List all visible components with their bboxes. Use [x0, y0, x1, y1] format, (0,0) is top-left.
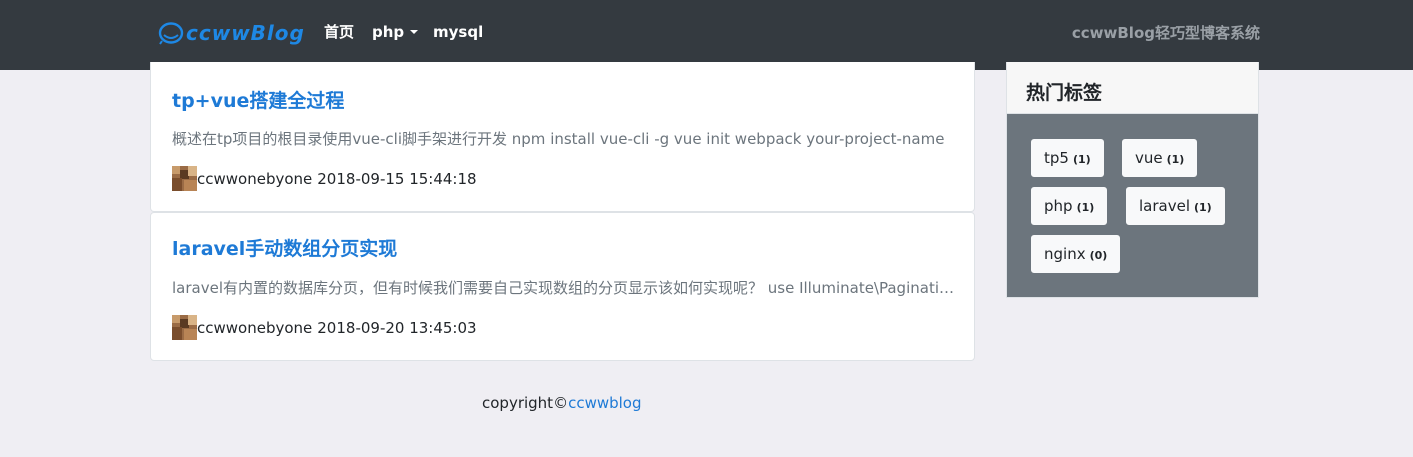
post-date: 2018-09-15 15:44:18 [317, 169, 477, 188]
post-excerpt: 概述在tp项目的根目录使用vue-cli脚手架进行开发 npm install … [172, 130, 945, 148]
post-title-link[interactable]: tp+vue搭建全过程 [172, 86, 344, 113]
tag-count: (1) [1194, 201, 1212, 214]
post-author: ccwwonebyone [197, 169, 313, 188]
post-card: laravel手动数组分页实现 laravel有内置的数据库分页，但有时候我们需… [150, 212, 975, 361]
hot-tags-panel: 热门标签 tp5 (1) vue (1) php (1) laravel (1) ngi… [1006, 62, 1259, 298]
post-author: ccwwonebyone [197, 318, 313, 337]
tag-name: php [1044, 197, 1073, 215]
tag-name: nginx [1044, 245, 1086, 263]
site-tagline: ccwwBlog轻巧型博客系统 [1071, 24, 1260, 42]
tag-button-php[interactable]: php (1) [1031, 187, 1108, 225]
tag-name: laravel [1139, 197, 1190, 215]
site-logo[interactable]: ccwwBlog [158, 20, 305, 46]
post-title-link[interactable]: laravel手动数组分页实现 [172, 234, 397, 261]
tag-count: (0) [1089, 249, 1108, 262]
tag-count: (1) [1072, 153, 1091, 166]
hot-tags-header: 热门标签 [1007, 62, 1258, 114]
tag-button-vue[interactable]: vue (1) [1122, 139, 1198, 177]
avatar [172, 166, 197, 191]
top-navbar: ccwwBlog 首页 php mysql ccwwBlog轻巧型博客系统 [0, 0, 1413, 70]
caret-down-icon [410, 30, 419, 34]
tag-button-tp5[interactable]: tp5 (1) [1031, 139, 1104, 177]
tag-button-laravel[interactable]: laravel (1) [1126, 187, 1225, 225]
post-meta: ccwwonebyone 2018-09-15 15:44:18 [172, 166, 477, 191]
footer-copyright: copyright©ccwwblog [482, 394, 642, 412]
tag-button-nginx[interactable]: nginx (0) [1031, 235, 1121, 273]
tag-count: (1) [1076, 201, 1095, 214]
post-excerpt: laravel有内置的数据库分页，但有时候我们需要自己实现数组的分页显示该如何实… [172, 279, 956, 297]
avatar [172, 315, 197, 340]
tag-count: (1) [1166, 153, 1185, 166]
tag-name: vue [1135, 149, 1163, 167]
logo-text: ccwwBlog [186, 21, 305, 45]
post-card: tp+vue搭建全过程 概述在tp项目的根目录使用vue-cli脚手架进行开发 … [150, 62, 975, 212]
nav-dropdown-php[interactable]: php [372, 22, 419, 42]
logo-smile-icon [158, 22, 184, 45]
footer-prefix: copyright© [482, 394, 569, 412]
tag-name: tp5 [1044, 149, 1069, 167]
nav-link-home[interactable]: 首页 [324, 22, 354, 42]
hot-tags-body: tp5 (1) vue (1) php (1) laravel (1) nginx (0) [1007, 114, 1258, 297]
nav-link-mysql[interactable]: mysql [433, 22, 483, 42]
nav-dropdown-php-label: php [372, 23, 405, 41]
post-meta: ccwwonebyone 2018-09-20 13:45:03 [172, 315, 477, 340]
footer-link[interactable]: ccwwblog [568, 394, 641, 412]
post-date: 2018-09-20 13:45:03 [317, 318, 477, 337]
hot-tags-title: 热门标签 [1026, 82, 1103, 104]
